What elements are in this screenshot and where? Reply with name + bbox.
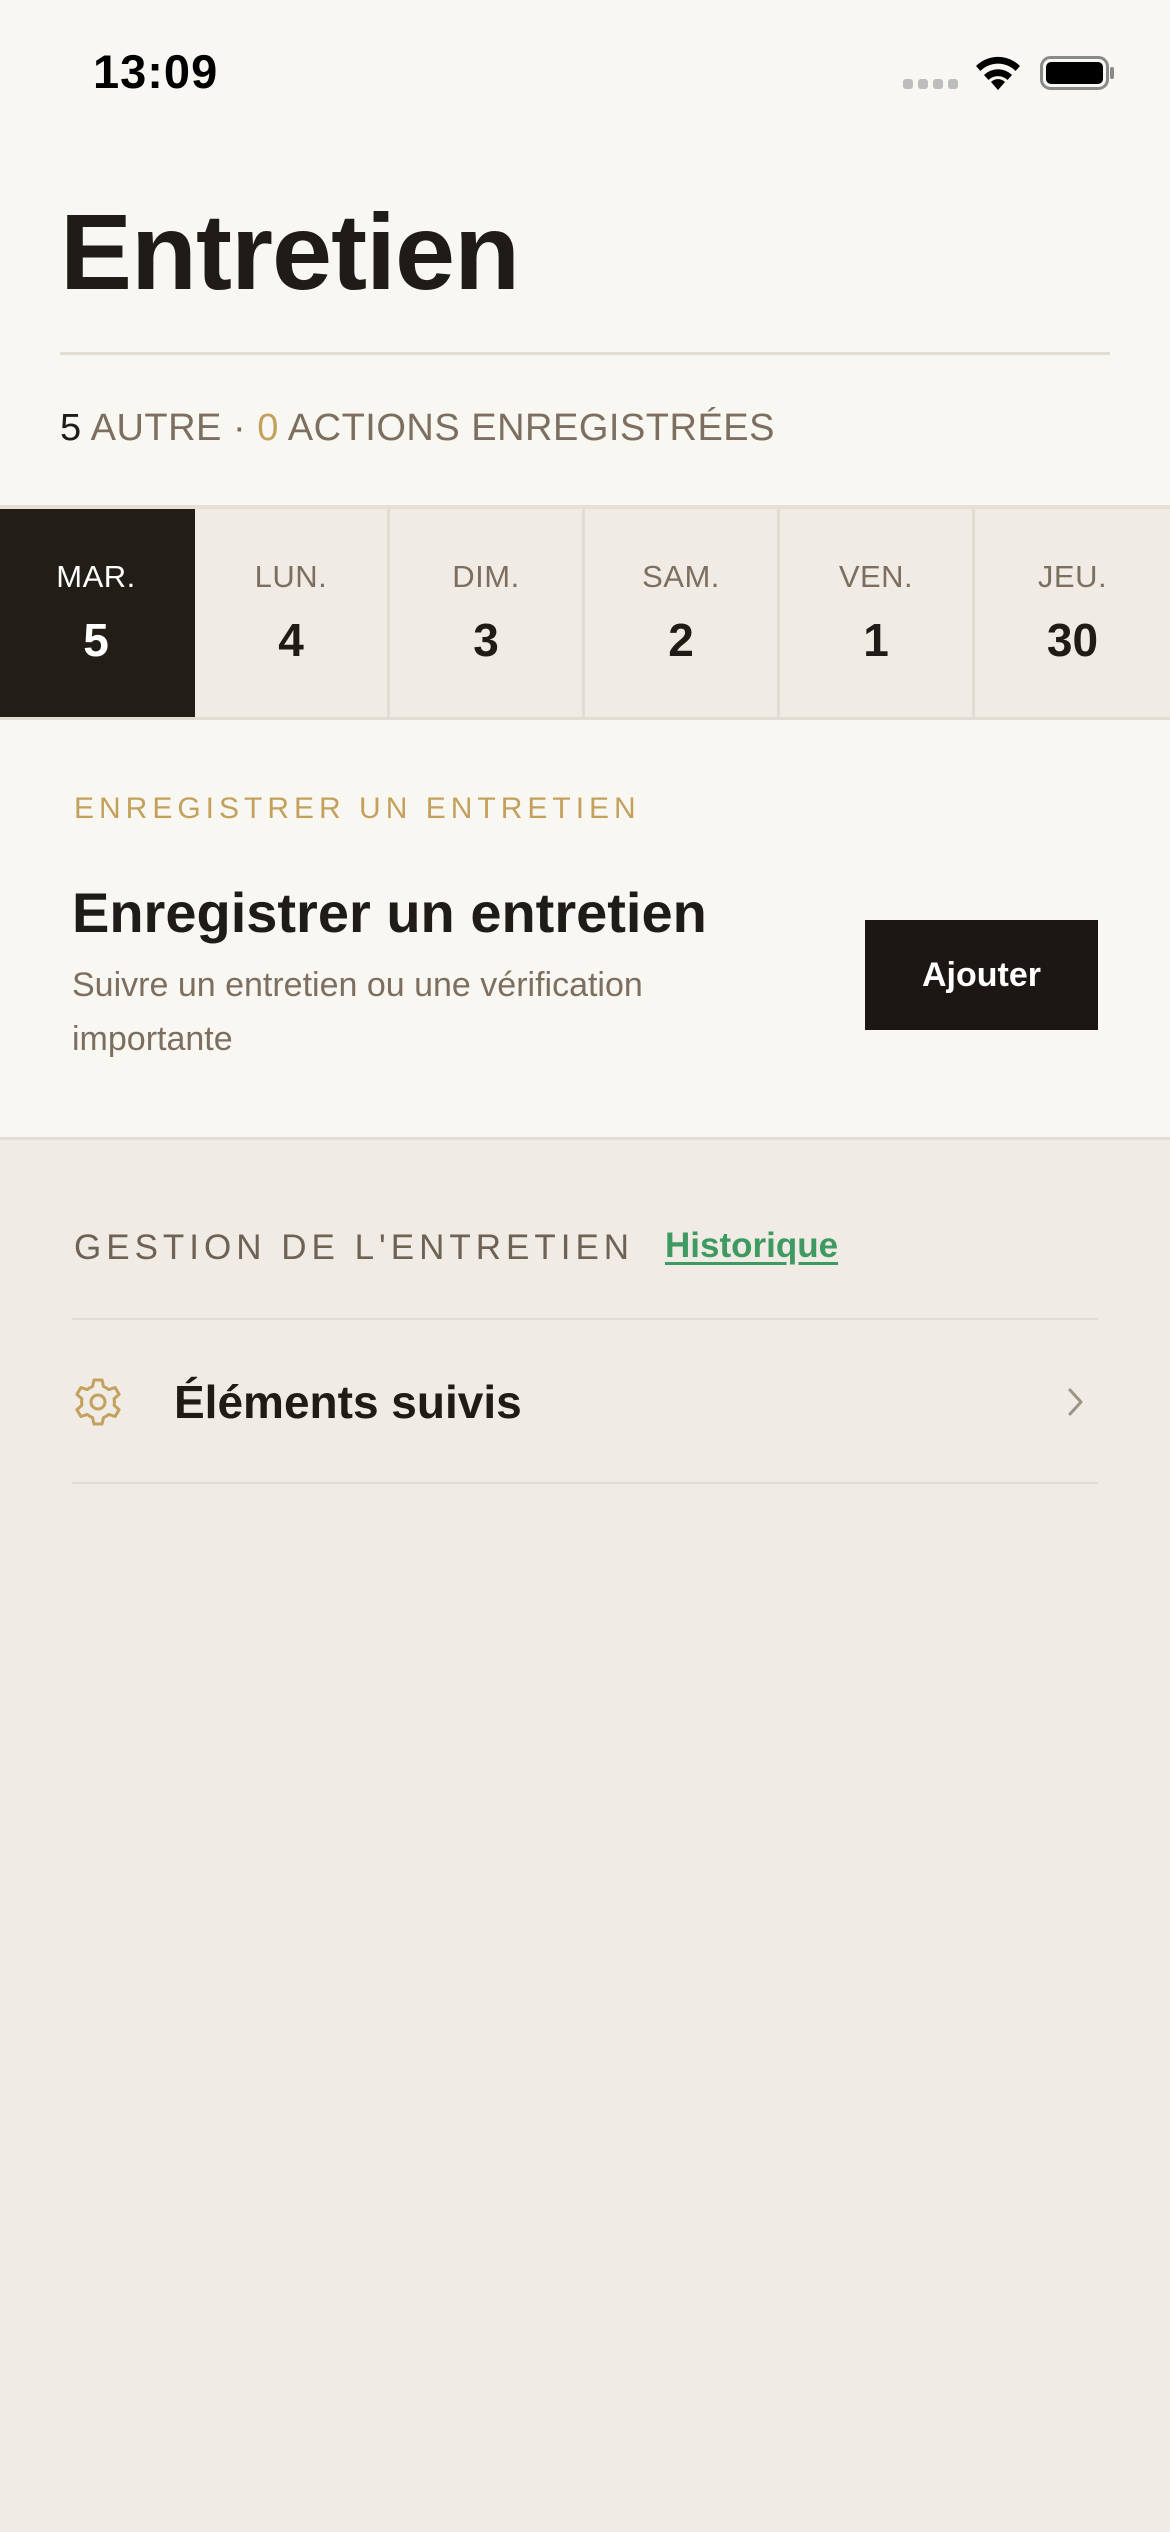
day-tile-selected[interactable]: MAR. 5 [0,509,195,717]
other-count: 5 [60,407,82,449]
history-link[interactable]: Historique [665,1226,838,1266]
day-name: MAR. [56,559,136,594]
register-heading: Enregistrer un entretien [72,881,707,944]
page-title: Entretien [60,191,520,312]
actions-count: 0 [257,407,279,449]
day-name: DIM. [452,559,520,594]
summary-line: 5 AUTRE · 0 ACTIONS ENREGISTRÉES [60,405,775,451]
title-divider [60,352,1110,355]
status-time: 13:09 [93,45,219,98]
day-name: SAM. [642,559,720,594]
list-divider [72,1482,1098,1484]
cellular-signal-icon [903,79,959,89]
day-tile[interactable]: DIM. 3 [390,509,585,717]
other-label: AUTRE [90,407,222,449]
wifi-icon [976,56,1020,90]
day-tile[interactable]: LUN. 4 [195,509,390,717]
header-area: 13:09 Entretien 5 AUTRE · 0 ACTIONS ENRE… [0,0,1170,505]
battery-icon [1040,56,1114,90]
day-number: 30 [1046,614,1099,666]
day-tile[interactable]: JEU. 30 [975,509,1170,717]
management-section-label: GESTION DE L'ENTRETIEN [74,1228,635,1267]
day-number: 3 [473,614,499,666]
list-item-label: Éléments suivis [174,1376,522,1428]
day-number: 2 [668,614,694,666]
day-tile[interactable]: SAM. 2 [585,509,780,717]
day-tile[interactable]: VEN. 1 [780,509,975,717]
status-icons [903,52,1133,92]
gear-icon [75,1378,121,1426]
day-number: 4 [278,614,304,666]
day-number: 5 [83,614,109,666]
summary-separator: · [232,407,247,449]
actions-label: ACTIONS ENREGISTRÉES [287,407,775,449]
day-selector: MAR. 5 LUN. 4 DIM. 3 SAM. 2 VEN. 1 JEU. … [0,505,1170,720]
chevron-right-icon [1068,1388,1083,1416]
list-item-tracked-elements[interactable]: Éléments suivis [72,1320,1098,1483]
register-eyebrow: ENREGISTRER UN ENTRETIEN [74,792,641,825]
day-number: 1 [863,614,889,666]
day-name: LUN. [254,559,328,594]
register-description: Suivre un entretien ou une vérification … [72,966,643,1058]
add-button[interactable]: Ajouter [865,920,1098,1030]
day-name: VEN. [838,559,914,594]
day-name: JEU. [1037,559,1108,594]
